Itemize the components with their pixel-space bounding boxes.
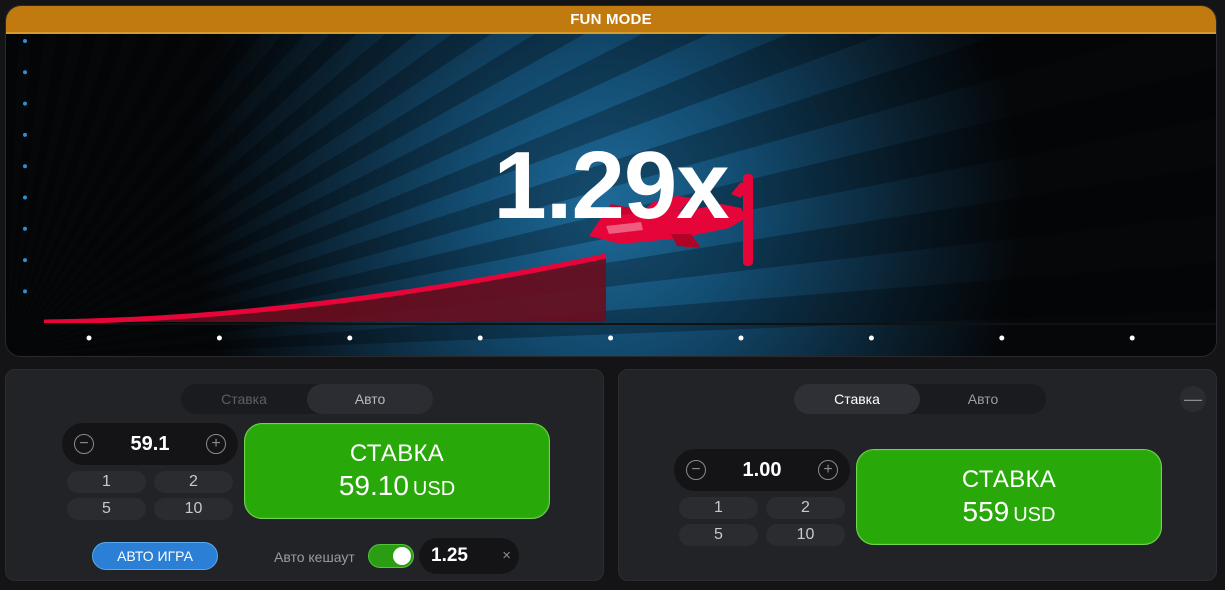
x-axis-dot <box>608 335 614 341</box>
flight-stage: 1.29x <box>6 34 1216 356</box>
place-bet-button[interactable]: СТАВКА 59.10 USD <box>244 423 550 519</box>
increase-bet-button[interactable]: + <box>818 460 838 480</box>
x-axis-dot <box>999 335 1005 341</box>
quick-bet-chip[interactable]: 10 <box>154 498 233 520</box>
toggle-knob <box>393 547 411 565</box>
x-axis-dot <box>738 335 744 341</box>
y-axis-dot <box>23 289 27 294</box>
bet-amount-value[interactable]: 1.00 <box>743 459 782 482</box>
quick-bet-chip[interactable]: 5 <box>67 498 146 520</box>
minus-icon[interactable]: — <box>1180 386 1206 412</box>
bet-amount-stepper: − 59.1 + <box>62 423 238 465</box>
multiplier-display: 1.29x <box>493 132 729 239</box>
quick-bet-chips: 1 2 5 10 <box>67 471 233 520</box>
y-axis-dot <box>23 70 27 75</box>
bet-button-currency: USD <box>1013 504 1056 526</box>
decrease-bet-button[interactable]: − <box>686 460 706 480</box>
tab-bet[interactable]: Ставка <box>794 384 920 414</box>
decrease-bet-button[interactable]: − <box>74 434 94 454</box>
quick-bet-chip[interactable]: 1 <box>679 497 758 519</box>
quick-bet-chip[interactable]: 2 <box>766 497 845 519</box>
quick-bet-chip[interactable]: 10 <box>766 524 845 546</box>
close-icon[interactable]: × <box>502 547 511 564</box>
bet-button-title: СТАВКА <box>961 466 1057 493</box>
auto-cashout-toggle[interactable] <box>368 544 414 568</box>
quick-bet-chip[interactable]: 5 <box>679 524 758 546</box>
quick-bet-chips: 1 2 5 10 <box>679 497 845 546</box>
bet-button-amount: 559 USD <box>963 496 1056 528</box>
bet-amount-value[interactable]: 59.1 <box>131 433 170 456</box>
quick-bet-chip[interactable]: 1 <box>67 471 146 493</box>
y-axis-dot <box>23 101 27 106</box>
fun-mode-banner: FUN MODE <box>6 6 1216 34</box>
bet-mode-tabs: Ставка Авто <box>181 384 433 414</box>
fun-mode-label: FUN MODE <box>570 10 652 28</box>
auto-play-button[interactable]: АВТО ИГРА <box>92 542 218 570</box>
y-axis-dot <box>23 39 27 43</box>
x-axis-dot <box>868 335 874 341</box>
bet-button-amount: 59.10 USD <box>339 470 455 502</box>
bet-button-currency: USD <box>412 478 456 500</box>
game-area: FUN MODE 1.29x <box>5 5 1217 357</box>
bet-amount-stepper: − 1.00 + <box>674 449 850 491</box>
bet-button-amount-value: 559 <box>962 496 1010 527</box>
tab-bet[interactable]: Ставка <box>181 384 307 414</box>
y-axis-dot <box>23 258 27 263</box>
x-axis-dot <box>216 335 222 341</box>
quick-bet-chip[interactable]: 2 <box>154 471 233 493</box>
tab-auto[interactable]: Авто <box>920 384 1046 414</box>
y-axis-dot <box>23 132 27 137</box>
x-axis-dot <box>347 335 353 341</box>
x-axis-dot <box>1129 335 1135 341</box>
bet-panel-left: Ставка Авто − 59.1 + 1 2 5 10 СТАВКА 59.… <box>5 369 604 581</box>
x-axis-dot <box>477 335 483 341</box>
auto-cashout-value[interactable]: 1.25 <box>431 545 468 567</box>
auto-cashout-label: Авто кешаут <box>274 549 355 565</box>
increase-bet-button[interactable]: + <box>206 434 226 454</box>
x-axis-dot <box>86 335 92 341</box>
place-bet-button[interactable]: СТАВКА 559 USD <box>856 449 1162 545</box>
bet-button-amount-value: 59.10 <box>338 470 409 501</box>
bet-button-title: СТАВКА <box>349 440 445 467</box>
bet-panel-right: Ставка Авто — − 1.00 + 1 2 5 10 СТАВКА 5… <box>618 369 1217 581</box>
bet-mode-tabs: Ставка Авто <box>794 384 1046 414</box>
auto-cashout-field[interactable]: 1.25 × <box>419 538 519 574</box>
tab-auto[interactable]: Авто <box>307 384 433 414</box>
